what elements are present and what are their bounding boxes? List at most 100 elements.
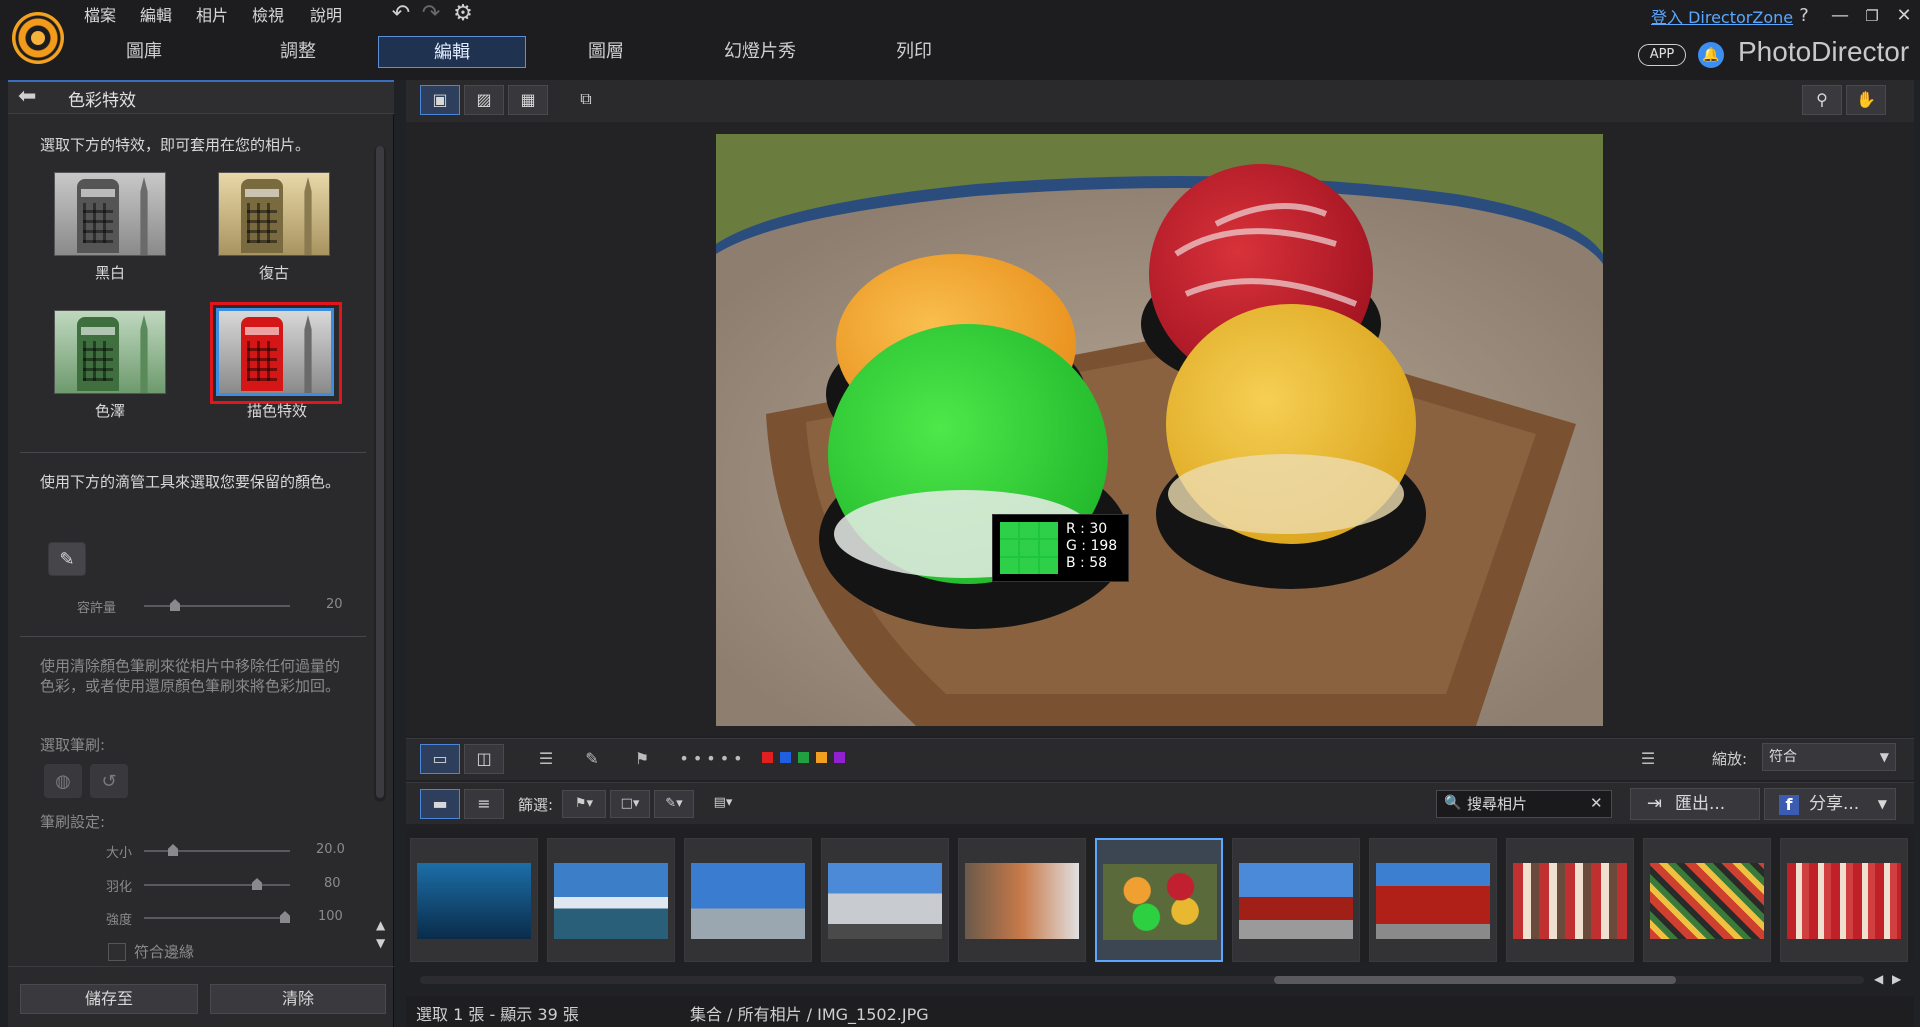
film-thumb[interactable] bbox=[410, 838, 538, 962]
film-thumb[interactable] bbox=[1232, 838, 1360, 962]
divider bbox=[8, 966, 394, 967]
filmstrip-thumb-view-icon[interactable]: ▬ bbox=[420, 789, 460, 819]
second-monitor-icon[interactable]: ⧉ bbox=[566, 85, 606, 115]
stack-icon[interactable]: ▤▾ bbox=[706, 790, 740, 818]
share-dropdown-icon[interactable]: ▼ bbox=[1878, 789, 1887, 819]
restore-icon[interactable]: ❐ bbox=[1860, 4, 1884, 28]
film-thumb[interactable] bbox=[547, 838, 675, 962]
film-thumb[interactable] bbox=[684, 838, 812, 962]
tab-print[interactable]: 列印 bbox=[840, 36, 988, 68]
filmstrip-scrollbar-thumb[interactable] bbox=[1274, 976, 1676, 984]
film-thumb[interactable] bbox=[958, 838, 1086, 962]
flag-filter-icon[interactable]: ⚑▾ bbox=[562, 790, 606, 818]
back-arrow-icon[interactable]: ⬅ bbox=[18, 85, 48, 109]
side-by-side-icon[interactable]: ◫ bbox=[464, 744, 504, 774]
filmstrip-list-view-icon[interactable]: ≡ bbox=[464, 789, 504, 819]
zoom-label: 縮放: bbox=[1712, 750, 1748, 768]
panel-scrollbar-thumb[interactable] bbox=[376, 146, 384, 798]
film-thumb[interactable] bbox=[1780, 838, 1908, 962]
brand-name: PhotoDirector bbox=[1738, 36, 1910, 67]
strength-slider[interactable] bbox=[144, 917, 290, 919]
tolerance-slider[interactable] bbox=[144, 605, 290, 607]
rating-dots-icon[interactable]: ••••• bbox=[676, 746, 750, 772]
film-thumb[interactable] bbox=[1369, 838, 1497, 962]
menu-help[interactable]: 說明 bbox=[310, 2, 342, 25]
scroll-right-icon[interactable]: ▶ bbox=[1892, 972, 1901, 986]
close-icon[interactable]: ✕ bbox=[1892, 4, 1916, 28]
minimize-icon[interactable]: — bbox=[1828, 4, 1852, 28]
tab-slideshow[interactable]: 幻燈片秀 bbox=[686, 36, 834, 68]
view-toolbar bbox=[406, 80, 1914, 122]
panel-title: 色彩特效 bbox=[68, 91, 136, 111]
edited-photo[interactable] bbox=[716, 134, 1603, 726]
menu-edit[interactable]: 編輯 bbox=[140, 2, 172, 25]
hand-pan-icon[interactable]: ✋ bbox=[1846, 85, 1886, 115]
tower-image bbox=[304, 315, 312, 393]
viewer-view-icon[interactable]: ▨ bbox=[464, 85, 504, 115]
size-slider[interactable] bbox=[144, 850, 290, 852]
effect-thumb-bw[interactable] bbox=[54, 172, 166, 256]
tower-image bbox=[140, 177, 148, 255]
effect-thumb-vintage[interactable] bbox=[218, 172, 330, 256]
restore-color-brush-icon[interactable]: ↺ bbox=[90, 764, 128, 798]
rotate-icon[interactable]: ☰ bbox=[530, 746, 562, 772]
search-clear-icon[interactable]: ✕ bbox=[1590, 794, 1603, 812]
share-button[interactable]: f 分享... ▼ bbox=[1764, 788, 1896, 820]
phone-booth-image bbox=[241, 317, 283, 391]
feather-slider[interactable] bbox=[144, 884, 290, 886]
single-view-icon[interactable]: ▣ bbox=[420, 85, 460, 115]
zoom-magnifier-icon[interactable]: ⚲ bbox=[1802, 85, 1842, 115]
undo-icon[interactable]: ↶ bbox=[390, 3, 412, 25]
effect-thumb-tint[interactable] bbox=[54, 310, 166, 394]
search-input[interactable]: 搜尋相片 bbox=[1436, 790, 1612, 818]
scroll-down-icon[interactable]: ▼ bbox=[376, 936, 385, 950]
login-link[interactable]: 登入 DirectorZone bbox=[1651, 4, 1793, 28]
share-label: 分享... bbox=[1809, 794, 1860, 814]
flag-icon[interactable]: ⚑ bbox=[626, 746, 658, 772]
export-button[interactable]: ⇥ 匯出... bbox=[1630, 788, 1760, 820]
panel-header bbox=[8, 80, 394, 114]
effect-label-vintage: 復古 bbox=[258, 264, 289, 282]
clear-button[interactable]: 清除 bbox=[210, 984, 386, 1014]
color-tag-red-icon[interactable] bbox=[762, 752, 773, 763]
scroll-up-icon[interactable]: ▲ bbox=[376, 918, 385, 932]
dropper-hint: 使用下方的滴管工具來選取您要保留的顏色。 bbox=[40, 473, 341, 491]
rating-filter-icon[interactable]: □▾ bbox=[610, 790, 650, 818]
film-thumb[interactable] bbox=[1643, 838, 1771, 962]
size-value: 20.0 bbox=[316, 842, 345, 857]
tab-layers[interactable]: 圖層 bbox=[532, 36, 680, 68]
tab-library[interactable]: 圖庫 bbox=[70, 36, 218, 68]
eyedropper-icon[interactable]: ✎ bbox=[48, 542, 86, 576]
zoom-select[interactable]: 符合 bbox=[1762, 743, 1896, 771]
color-tag-green-icon[interactable] bbox=[798, 752, 809, 763]
settings-gear-icon[interactable]: ⚙ bbox=[452, 3, 474, 25]
menu-photo[interactable]: 相片 bbox=[196, 2, 228, 25]
film-thumb-selected[interactable] bbox=[1095, 838, 1223, 962]
grid-view-icon[interactable]: ▦ bbox=[508, 85, 548, 115]
notification-bell-icon[interactable]: 🔔 bbox=[1698, 42, 1724, 68]
erase-color-brush-icon[interactable]: ◍ bbox=[44, 764, 82, 798]
search-icon: 🔍 bbox=[1444, 795, 1462, 811]
status-bar bbox=[406, 996, 1914, 1027]
color-tag-blue-icon[interactable] bbox=[780, 752, 791, 763]
effect-thumb-color-splash[interactable] bbox=[216, 308, 334, 396]
divider bbox=[20, 636, 366, 637]
tab-adjust[interactable]: 調整 bbox=[224, 36, 372, 68]
sort-menu-icon[interactable]: ☰ bbox=[1632, 746, 1664, 772]
save-to-button[interactable]: 儲存至 bbox=[20, 984, 198, 1014]
edit-brush-icon[interactable]: ✎ bbox=[576, 746, 608, 772]
film-thumb[interactable] bbox=[821, 838, 949, 962]
color-tag-orange-icon[interactable] bbox=[816, 752, 827, 763]
single-compare-icon[interactable]: ▭ bbox=[420, 744, 460, 774]
color-tag-purple-icon[interactable] bbox=[834, 752, 845, 763]
help-button[interactable]: ? bbox=[1792, 4, 1816, 28]
edit-filter-icon[interactable]: ✎▾ bbox=[654, 790, 694, 818]
redo-icon[interactable]: ↷ bbox=[420, 3, 442, 25]
tab-edit[interactable]: 編輯 bbox=[378, 36, 526, 68]
scroll-left-icon[interactable]: ◀ bbox=[1874, 972, 1883, 986]
app-button[interactable]: APP bbox=[1638, 44, 1686, 66]
edge-checkbox[interactable] bbox=[108, 943, 126, 961]
film-thumb[interactable] bbox=[1506, 838, 1634, 962]
menu-file[interactable]: 檔案 bbox=[84, 2, 116, 25]
menu-view[interactable]: 檢視 bbox=[252, 2, 284, 25]
